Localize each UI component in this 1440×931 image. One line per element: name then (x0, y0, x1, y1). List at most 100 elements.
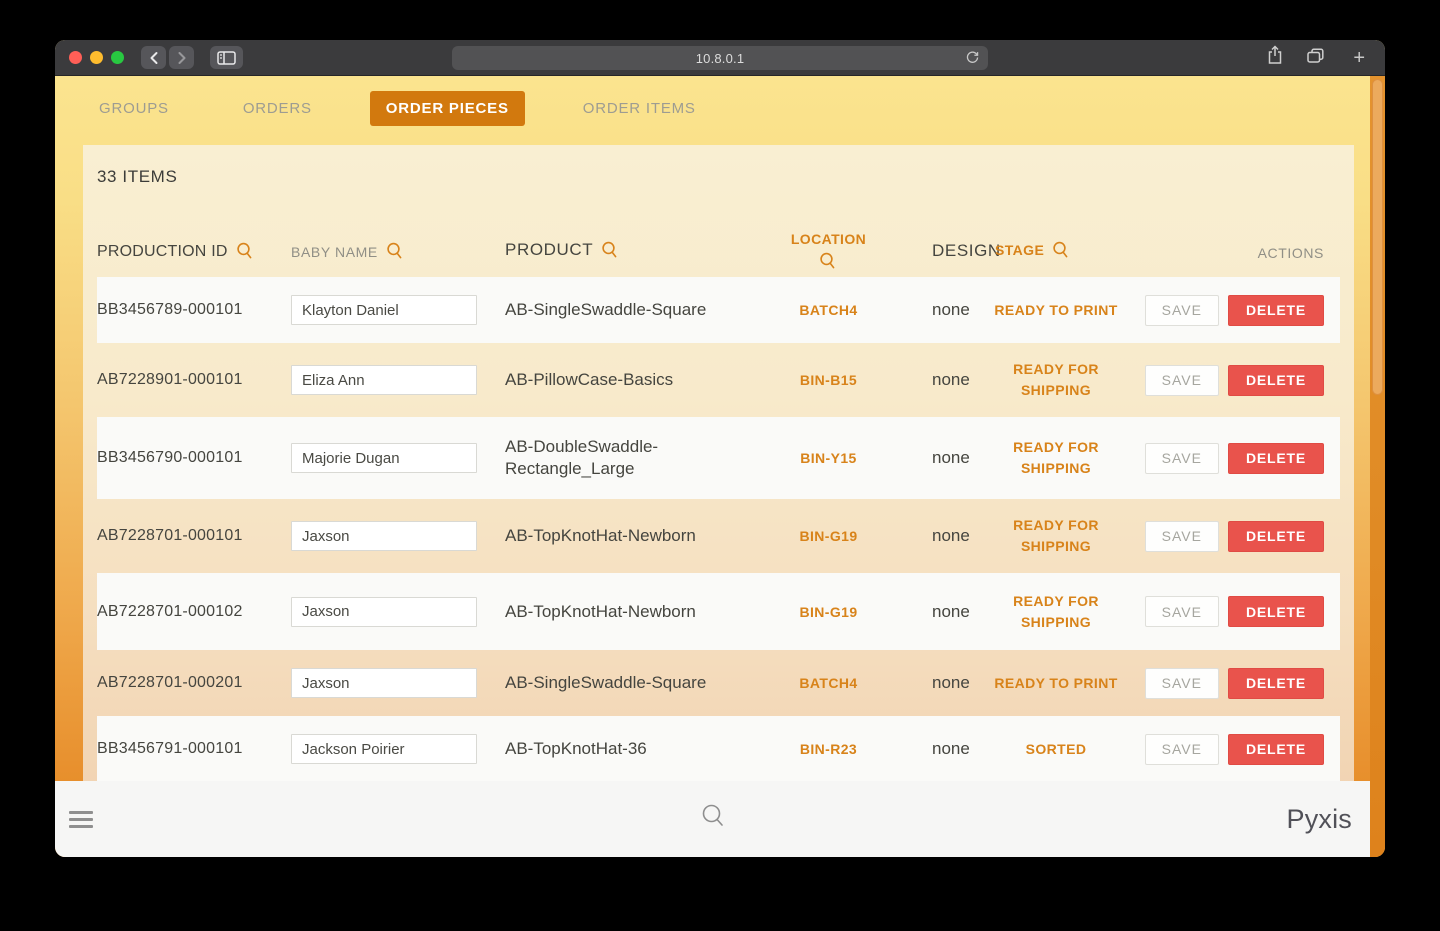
product-name: AB-PillowCase-Basics (505, 369, 739, 391)
row-actions: SAVE DELETE (1121, 668, 1340, 699)
delete-button[interactable]: DELETE (1228, 365, 1324, 396)
production-id: AB7228701-000201 (97, 674, 291, 692)
production-id: BB3456790-000101 (97, 449, 291, 467)
tab-orders[interactable]: ORDERS (227, 91, 328, 126)
baby-name-input[interactable] (291, 295, 477, 325)
table-row: BB3456790-000101 AB-DoubleSwaddle-Rectan… (97, 417, 1340, 499)
row-actions: SAVE DELETE (1121, 596, 1340, 627)
delete-button[interactable]: DELETE (1228, 443, 1324, 474)
column-header-actions: ACTIONS (1258, 245, 1340, 261)
tab-overview-button[interactable] (1306, 47, 1325, 69)
production-id: AB7228701-000101 (97, 527, 291, 545)
search-icon (700, 803, 726, 830)
search-button[interactable] (700, 803, 726, 835)
delete-button[interactable]: DELETE (1228, 596, 1324, 627)
tab-order-pieces[interactable]: ORDER PIECES (370, 91, 525, 126)
search-icon[interactable] (601, 241, 619, 260)
sidebar-toggle-button[interactable] (210, 46, 243, 69)
row-actions: SAVE DELETE (1121, 295, 1340, 326)
baby-name-cell (291, 443, 505, 473)
stage-label: READY FOR SHIPPING (991, 591, 1121, 633)
baby-name-cell (291, 365, 505, 395)
baby-name-cell (291, 597, 505, 627)
table-row: AB7228701-000102 AB-TopKnotHat-Newborn B… (97, 573, 1340, 650)
minimize-button[interactable] (90, 51, 103, 64)
tab-order-items[interactable]: ORDER ITEMS (567, 91, 712, 126)
order-pieces-panel: 33 ITEMS PRODUCTION IDBABY NAMEPRODUCTLO… (83, 145, 1354, 857)
baby-name-cell (291, 295, 505, 325)
search-icon[interactable] (1052, 241, 1070, 260)
save-button[interactable]: SAVE (1145, 521, 1219, 552)
share-button[interactable] (1266, 45, 1284, 70)
design-label: none (918, 300, 991, 320)
table-row: AB7228701-000101 AB-TopKnotHat-Newborn B… (97, 503, 1340, 569)
window-controls (69, 51, 124, 64)
column-header-baby-name: BABY NAME (291, 242, 505, 261)
url-text: 10.8.0.1 (696, 51, 745, 66)
design-label: none (918, 526, 991, 546)
table-row: AB7228901-000101 AB-PillowCase-Basics BI… (97, 347, 1340, 413)
menu-icon (69, 811, 93, 814)
location-label: BIN-Y15 (739, 450, 918, 466)
menu-button[interactable] (69, 811, 93, 828)
browser-chrome: 10.8.0.1 + (55, 40, 1385, 76)
search-icon[interactable] (236, 242, 254, 261)
stage-label: READY FOR SHIPPING (991, 359, 1121, 401)
row-actions: SAVE DELETE (1121, 521, 1340, 552)
design-label: none (918, 448, 991, 468)
design-label: none (918, 370, 991, 390)
share-icon (1266, 45, 1284, 65)
production-id: BB3456789-000101 (97, 301, 291, 319)
zoom-button[interactable] (111, 51, 124, 64)
brand-logo: Pyxis (1286, 804, 1352, 835)
baby-name-input[interactable] (291, 443, 477, 473)
delete-button[interactable]: DELETE (1228, 734, 1324, 765)
delete-button[interactable]: DELETE (1228, 668, 1324, 699)
column-header-product: PRODUCT (505, 239, 739, 261)
address-bar[interactable]: 10.8.0.1 (452, 46, 988, 70)
baby-name-cell (291, 521, 505, 551)
search-icon[interactable] (819, 252, 837, 271)
baby-name-cell (291, 734, 505, 764)
items-count: 33 ITEMS (97, 145, 1340, 187)
baby-name-input[interactable] (291, 597, 477, 627)
page-background: GROUPS ORDERS ORDER PIECES ORDER ITEMS 33 I… (55, 76, 1385, 857)
save-button[interactable]: SAVE (1145, 295, 1219, 326)
bottom-bar: Pyxis (55, 781, 1370, 857)
browser-window: 10.8.0.1 + (55, 40, 1385, 857)
table-body: BB3456789-000101 AB-SingleSwaddle-Square… (97, 277, 1340, 782)
stage-label: READY TO PRINT (991, 300, 1121, 321)
baby-name-input[interactable] (291, 734, 477, 764)
save-button[interactable]: SAVE (1145, 734, 1219, 765)
delete-button[interactable]: DELETE (1228, 521, 1324, 552)
location-label: BATCH4 (739, 302, 918, 318)
save-button[interactable]: SAVE (1145, 668, 1219, 699)
save-button[interactable]: SAVE (1145, 443, 1219, 474)
forward-icon (176, 51, 188, 65)
search-icon[interactable] (386, 242, 404, 261)
product-name: AB-TopKnotHat-36 (505, 738, 739, 760)
column-header-design: DESIGN (918, 241, 991, 261)
baby-name-input[interactable] (291, 365, 477, 395)
scrollbar-track[interactable] (1370, 76, 1385, 857)
close-button[interactable] (69, 51, 82, 64)
save-button[interactable]: SAVE (1145, 365, 1219, 396)
back-button[interactable] (141, 46, 166, 69)
location-label: BIN-G19 (739, 528, 918, 544)
product-name: AB-TopKnotHat-Newborn (505, 525, 739, 547)
scrollbar-thumb[interactable] (1372, 79, 1383, 395)
new-tab-button[interactable]: + (1347, 48, 1365, 68)
stage-label: READY FOR SHIPPING (991, 515, 1121, 557)
baby-name-input[interactable] (291, 521, 477, 551)
production-id: BB3456791-000101 (97, 740, 291, 758)
location-label: BATCH4 (739, 675, 918, 691)
row-actions: SAVE DELETE (1121, 365, 1340, 396)
reload-button[interactable] (965, 50, 980, 70)
stage-label: READY FOR SHIPPING (991, 437, 1121, 479)
forward-button[interactable] (169, 46, 194, 69)
delete-button[interactable]: DELETE (1228, 295, 1324, 326)
tab-groups[interactable]: GROUPS (83, 91, 185, 126)
sidebar-icon (217, 51, 236, 65)
save-button[interactable]: SAVE (1145, 596, 1219, 627)
baby-name-input[interactable] (291, 668, 477, 698)
